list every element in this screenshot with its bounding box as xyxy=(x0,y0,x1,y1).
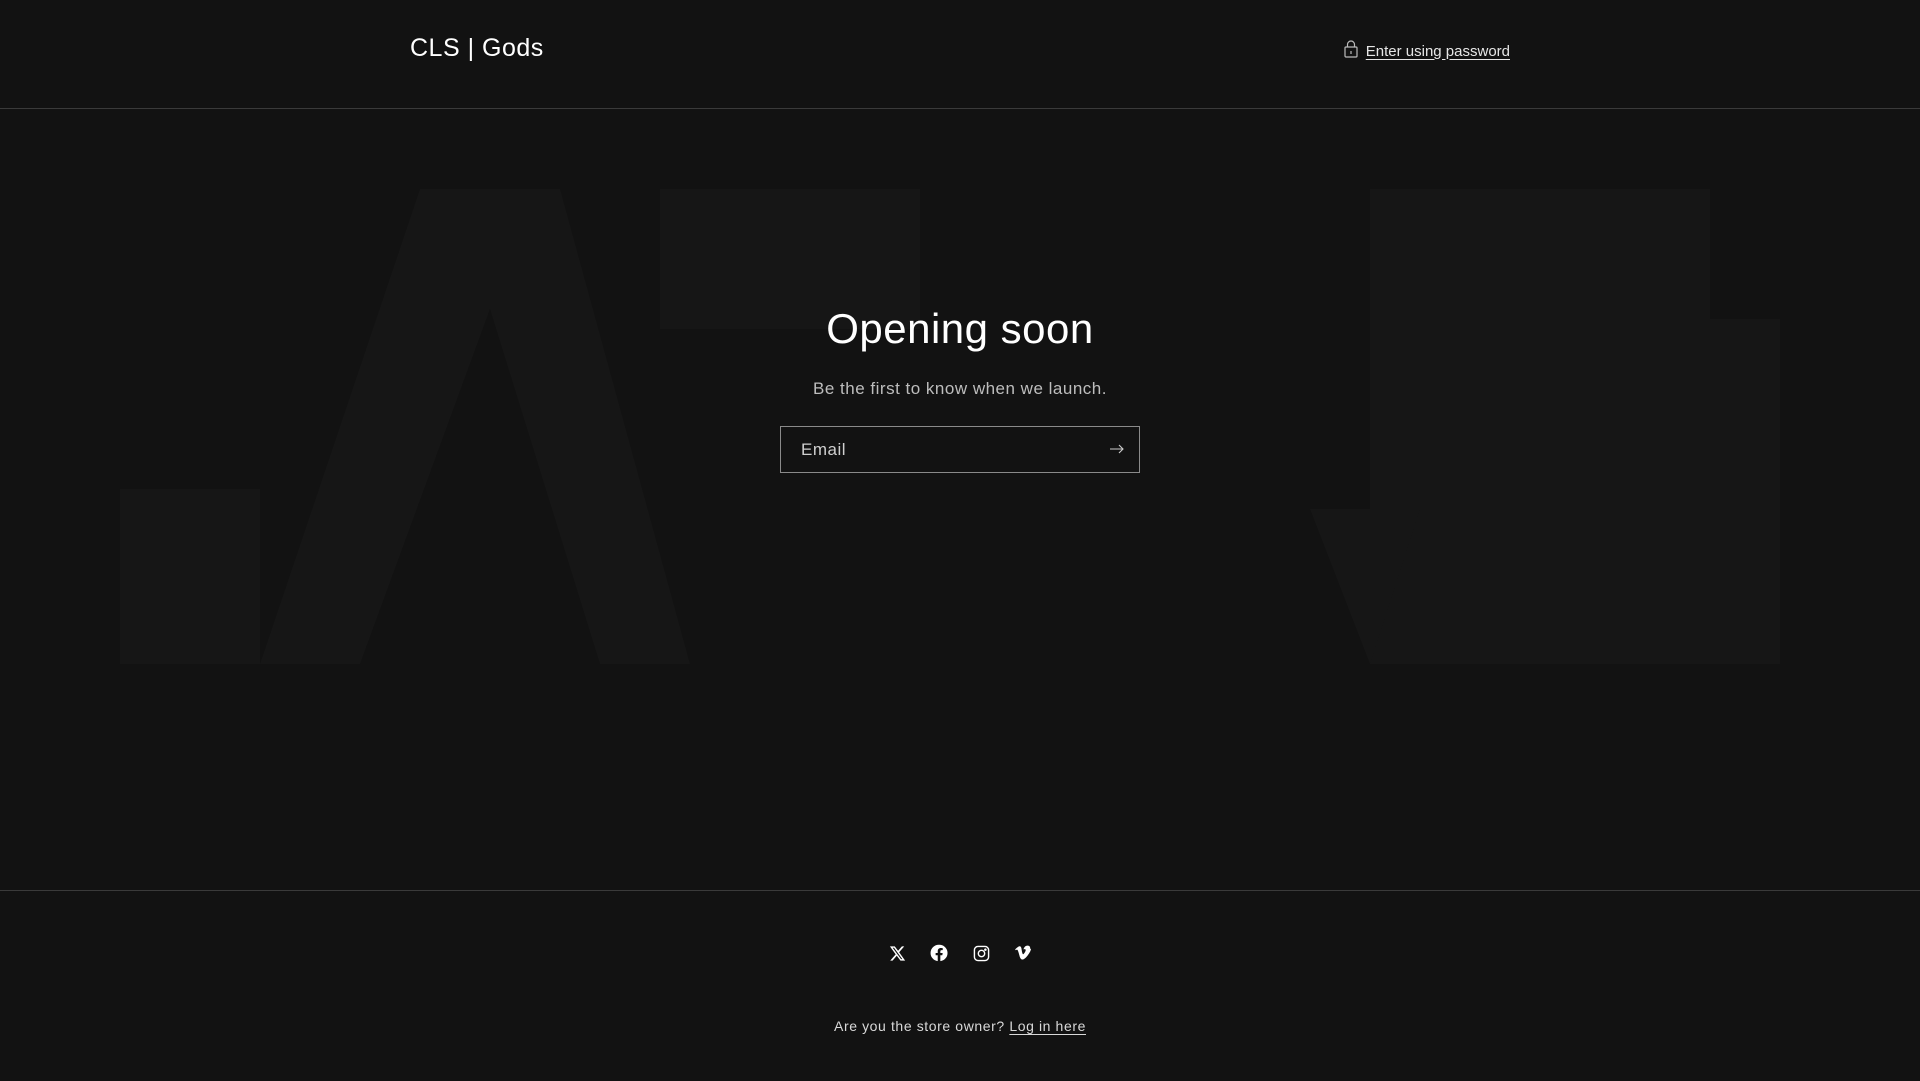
instagram-icon[interactable] xyxy=(971,941,991,965)
vimeo-icon[interactable] xyxy=(1013,941,1033,965)
facebook-icon[interactable] xyxy=(929,941,949,965)
main-content: Opening soon Be the first to know when w… xyxy=(0,109,1920,890)
page-title: Opening soon xyxy=(826,305,1094,352)
newsletter-form xyxy=(780,426,1140,473)
social-links xyxy=(0,941,1920,965)
email-input[interactable] xyxy=(781,438,1095,461)
subscribe-button[interactable] xyxy=(1095,427,1139,472)
store-owner-text: Are you the store owner? Log in here xyxy=(0,1018,1920,1034)
site-footer: Are you the store owner? Log in here xyxy=(0,890,1920,1081)
arrow-right-icon xyxy=(1110,442,1124,457)
enter-password-link[interactable]: Enter using password xyxy=(1344,40,1510,62)
owner-question: Are you the store owner? xyxy=(834,1018,1005,1034)
x-icon[interactable] xyxy=(887,941,907,965)
site-header: CLS | Gods Enter using password xyxy=(0,0,1920,109)
page-subtitle: Be the first to know when we launch. xyxy=(813,379,1107,398)
lock-icon xyxy=(1344,40,1358,62)
login-link[interactable]: Log in here xyxy=(1009,1018,1086,1034)
store-logo[interactable]: CLS | Gods xyxy=(410,34,544,63)
enter-password-label: Enter using password xyxy=(1365,42,1510,60)
